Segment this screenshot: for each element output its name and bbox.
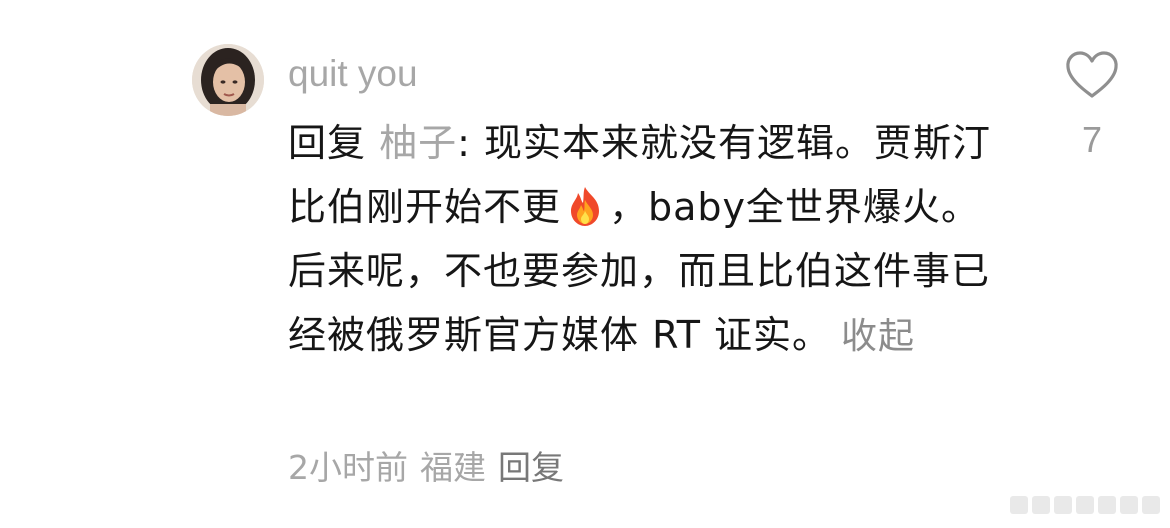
timestamp: 2小时前	[288, 448, 408, 487]
avatar-image	[192, 44, 264, 116]
location: 福建	[420, 448, 486, 487]
reply-prefix: 回复	[288, 121, 380, 165]
collapse-button[interactable]: 收起	[841, 316, 915, 357]
username[interactable]: quit you	[288, 50, 418, 98]
reply-button[interactable]: 回复	[498, 448, 564, 487]
like-area: 7	[1060, 50, 1124, 162]
like-count: 7	[1081, 119, 1103, 160]
comment-item: quit you 回复 柚子: 现实本来就没有逻辑。贾斯汀比伯刚开始不更 ，ba…	[0, 0, 1170, 528]
comment-text: 回复 柚子: 现实本来就没有逻辑。贾斯汀比伯刚开始不更 ，baby全世界爆火。后…	[288, 111, 1018, 369]
heart-icon[interactable]	[1064, 50, 1120, 100]
fire-icon	[565, 182, 605, 226]
watermark-logo	[1010, 496, 1160, 514]
reply-to-user[interactable]: 柚子	[379, 121, 457, 165]
avatar[interactable]	[192, 44, 264, 116]
comment-meta: 2小时前 福建 回复	[288, 444, 564, 492]
